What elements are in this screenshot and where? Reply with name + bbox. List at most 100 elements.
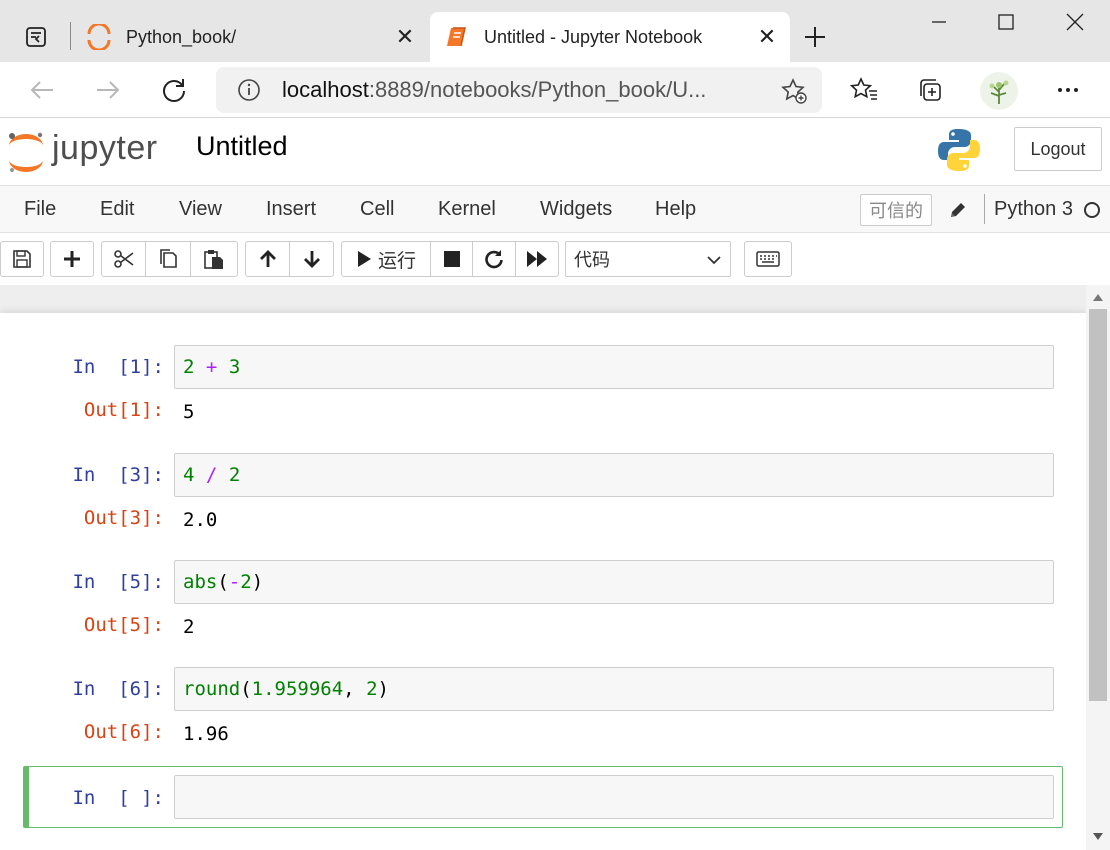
kernel-name: Python 3: [994, 198, 1073, 220]
paste-icon: [204, 250, 223, 269]
scroll-up-arrow-icon[interactable]: [1092, 291, 1104, 303]
back-icon[interactable]: [24, 72, 60, 108]
arrow-down-icon: [303, 251, 320, 268]
code-token: ,: [343, 678, 367, 700]
restart-kernel-button[interactable]: [472, 241, 516, 277]
out-prompt: Out[3]:: [83, 507, 164, 529]
code-token: (: [217, 571, 229, 593]
favorites-icon[interactable]: [846, 72, 882, 108]
close-tab-icon[interactable]: ✕: [390, 22, 420, 52]
address-bar[interactable]: localhost:8889/notebooks/Python_book/U..…: [216, 67, 822, 113]
insert-cell-button[interactable]: [50, 241, 94, 277]
close-tab-icon[interactable]: ✕: [752, 22, 782, 52]
cut-cell-button[interactable]: [101, 241, 146, 277]
notebook-title[interactable]: Untitled: [196, 131, 288, 162]
jupyter-favicon-icon: [86, 24, 112, 50]
out-prompt: Out[5]:: [83, 614, 164, 636]
copy-icon: [160, 249, 177, 268]
menu-insert[interactable]: Insert: [266, 198, 316, 221]
out-prompt: Out[6]:: [83, 721, 164, 743]
notebook-container: In [1]: 2 + 3 Out[1]: 5 In [3]: 4 / 2 Ou…: [0, 313, 1086, 850]
code-token: round: [183, 678, 241, 700]
code-token: -: [228, 571, 241, 593]
cell-output: 1.96: [183, 723, 229, 745]
interrupt-kernel-button[interactable]: [430, 241, 473, 277]
browser-nav-bar: localhost:8889/notebooks/Python_book/U..…: [0, 62, 1110, 118]
cell-output: 2: [183, 616, 195, 638]
refresh-icon[interactable]: [156, 72, 192, 108]
more-options-icon[interactable]: [1050, 72, 1086, 108]
move-up-button[interactable]: [245, 241, 290, 277]
code-cell-selected[interactable]: In [ ]:: [23, 766, 1063, 828]
run-button[interactable]: 运行: [341, 241, 431, 277]
vertical-scrollbar[interactable]: [1086, 285, 1110, 850]
browser-tab-strip: Python_book/ ✕ Untitled - Jupyter Notebo…: [0, 0, 1110, 62]
save-icon: [13, 250, 31, 268]
run-button-label: 运行: [377, 250, 416, 272]
play-icon: [357, 251, 371, 267]
jupyter-menubar: File Edit View Insert Cell Kernel Widget…: [0, 185, 1110, 233]
menu-kernel[interactable]: Kernel: [438, 198, 496, 221]
add-favorite-icon[interactable]: [780, 77, 808, 105]
cell-type-value: 代码: [574, 250, 610, 270]
cell-type-select[interactable]: 代码: [565, 241, 731, 277]
code-token: (: [240, 678, 252, 700]
copy-cell-button[interactable]: [145, 241, 191, 277]
menu-view[interactable]: View: [179, 198, 222, 221]
arrow-up-icon: [259, 250, 276, 267]
menu-widgets[interactable]: Widgets: [540, 198, 612, 221]
browser-tab-untitled[interactable]: Untitled - Jupyter Notebook ✕: [430, 12, 790, 62]
code-input[interactable]: [174, 775, 1054, 819]
close-window-icon[interactable]: [1052, 4, 1098, 40]
code-token: /: [205, 464, 218, 486]
menu-cell[interactable]: Cell: [360, 198, 394, 221]
menu-help[interactable]: Help: [655, 198, 696, 221]
code-token: abs: [183, 571, 218, 593]
tab-title: Untitled - Jupyter Notebook: [484, 26, 703, 47]
code-input[interactable]: abs(-2): [174, 560, 1054, 604]
code-token: ): [377, 678, 389, 700]
out-prompt: Out[1]:: [83, 399, 164, 421]
menu-file[interactable]: File: [24, 198, 56, 221]
code-input[interactable]: 2 + 3: [174, 345, 1054, 389]
paste-cell-button[interactable]: [190, 241, 238, 277]
cell-output: 2.0: [183, 509, 218, 531]
in-prompt: In [1]:: [72, 356, 164, 378]
restart-run-all-button[interactable]: [515, 241, 559, 277]
save-button[interactable]: [0, 241, 44, 277]
tab-title: Python_book/: [126, 26, 237, 47]
jupyter-header: jupyter Untitled Logout: [0, 119, 1110, 185]
move-down-button[interactable]: [289, 241, 334, 277]
code-token: 1.959964: [251, 678, 344, 700]
code-input[interactable]: 4 / 2: [174, 453, 1054, 497]
code-token: +: [205, 356, 218, 378]
command-palette-button[interactable]: [744, 241, 792, 277]
url-path: :8889/notebooks/Python_book/U...: [368, 77, 707, 102]
minimize-window-icon[interactable]: [916, 4, 962, 40]
collections-icon[interactable]: [912, 72, 948, 108]
forward-icon[interactable]: [90, 72, 126, 108]
scrollbar-thumb[interactable]: [1089, 309, 1107, 701]
code-token: ): [251, 571, 264, 593]
cell-output: 5: [183, 401, 195, 423]
scroll-down-arrow-icon[interactable]: [1092, 831, 1104, 843]
maximize-window-icon[interactable]: [983, 4, 1029, 40]
site-info-icon[interactable]: [236, 77, 262, 103]
kernel-separator: [984, 194, 985, 224]
tab-actions-icon[interactable]: [16, 20, 56, 54]
code-token: 4: [183, 464, 195, 486]
profile-avatar[interactable]: [980, 72, 1018, 110]
logout-button[interactable]: Logout: [1014, 127, 1102, 171]
trusted-indicator[interactable]: 可信的: [860, 194, 932, 226]
code-input[interactable]: round(1.959964, 2): [174, 667, 1054, 711]
jupyter-logo[interactable]: jupyter: [6, 125, 158, 179]
python-logo-icon: [936, 127, 982, 173]
new-tab-icon[interactable]: [800, 22, 830, 52]
fast-forward-icon: [527, 251, 547, 267]
browser-tab-python-book[interactable]: Python_book/ ✕: [72, 12, 428, 62]
keyboard-icon: [756, 251, 780, 267]
menu-edit[interactable]: Edit: [100, 198, 134, 221]
